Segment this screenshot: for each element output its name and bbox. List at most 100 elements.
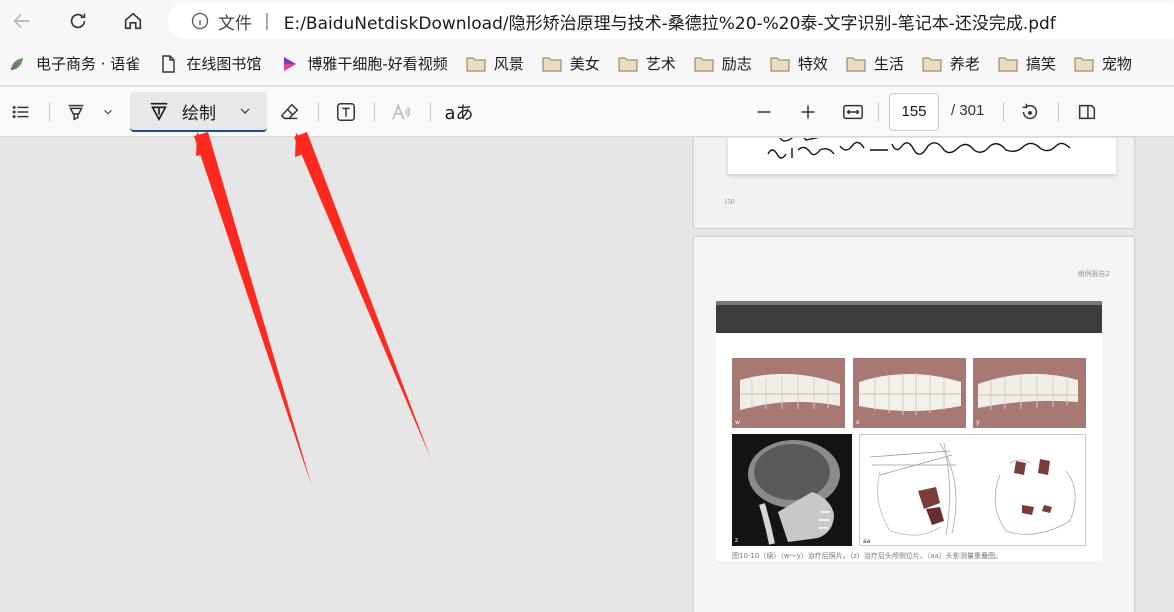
intraoral-photo-front: x [853, 358, 966, 428]
bookmark-folder-beauty[interactable]: 美女 [542, 49, 610, 79]
bookmark-folder-inspire[interactable]: 励志 [694, 49, 762, 79]
pdf-viewer[interactable]: ① 以后的要看,后方调整后的牙齿咬合能力较差 150 病例报告2 w x y z… [0, 138, 1174, 612]
fit-width-button[interactable] [838, 96, 868, 128]
toolbar-divider [318, 102, 319, 122]
bookmark-label: 电子商务 · 语雀 [36, 55, 141, 73]
refresh-button[interactable] [62, 5, 94, 37]
handwritten-note: ① 以后的要看,后方调整后的牙齿咬合能力较差 [728, 138, 1116, 174]
address-bar[interactable]: 文件 | E:/BaiduNetdiskDownload/隐形矫治原理与技术-桑… [168, 3, 1174, 39]
tracing-label: aa [863, 538, 871, 545]
folder-icon [770, 57, 790, 71]
eraser-icon [280, 103, 299, 120]
zoom-out-button[interactable] [750, 96, 778, 128]
fit-width-icon [843, 104, 863, 120]
rotate-button[interactable] [1015, 96, 1045, 128]
bookmark-label: 搞笑 [1025, 55, 1056, 73]
bookmark-yuque[interactable]: 电子商务 · 语雀 [8, 49, 150, 79]
intraoral-photo-left: y [973, 358, 1086, 428]
bookmark-folder-pets[interactable]: 宠物 [1074, 49, 1142, 79]
prev-page-number: 150 [724, 198, 735, 206]
teeth-illustration [732, 358, 845, 428]
bookmark-library[interactable]: 在线图书馆 [158, 49, 271, 79]
draw-button[interactable]: 绘制 [130, 92, 267, 132]
page-running-header: 病例报告2 [1077, 270, 1110, 278]
bookmark-folder-effects[interactable]: 特效 [770, 49, 838, 79]
contents-button[interactable] [6, 96, 36, 128]
folder-icon [618, 57, 638, 71]
address-separator: | [264, 11, 270, 31]
back-button[interactable] [6, 5, 38, 37]
bookmarks-bar: 电子商务 · 语雀 在线图书馆 博雅干细胞-好看视频 风景 美女 艺术 励志 特… [0, 42, 1174, 86]
text-box-icon [337, 103, 355, 121]
bookmark-label: 励志 [721, 55, 752, 73]
bookmark-label: 在线图书馆 [186, 55, 262, 73]
intraoral-photo-right: w [732, 358, 845, 428]
minus-icon [757, 111, 771, 113]
add-text-button[interactable] [331, 96, 361, 128]
highlighter-icon [68, 104, 84, 121]
toolbar-divider [1003, 102, 1004, 122]
folder-icon [1074, 57, 1094, 71]
read-aloud-icon [392, 103, 410, 120]
draw-label: 绘制 [182, 103, 216, 124]
bookmark-label: 风景 [493, 55, 524, 73]
folder-icon [694, 57, 714, 71]
home-button[interactable] [117, 5, 149, 37]
bookmark-folder-scenery[interactable]: 风景 [466, 49, 534, 79]
pdf-page-previous: ① 以后的要看,后方调整后的牙齿咬合能力较差 150 [694, 138, 1134, 228]
page-number-input[interactable]: 155 [889, 93, 939, 131]
page-total: / 301 [951, 102, 985, 119]
immersive-reader-label: aあ [444, 103, 474, 124]
rotate-icon [1022, 103, 1038, 120]
page-view-button[interactable] [1072, 96, 1102, 128]
bookmark-folder-elderly[interactable]: 养老 [922, 49, 990, 79]
figure-caption: 图10-10（续）（w～y）治疗后照片。（z）治疗后头颅侧位片。（aa）头影测量… [732, 552, 1002, 560]
highlight-button[interactable] [62, 96, 90, 128]
figure-sheet: w x y z aa 图10-10（续）（w～y）治疗后照片。（z）治疗后头颅侧… [716, 301, 1102, 561]
handwriting-strokes: ① 以后的要看,后方调整后的牙齿咬合能力较差 [730, 138, 1071, 173]
chevron-down-icon [104, 109, 112, 115]
highlight-options-button[interactable] [98, 96, 118, 128]
bookmark-folder-life[interactable]: 生活 [846, 49, 914, 79]
toolbar-divider [878, 102, 879, 122]
video-play-icon [284, 56, 297, 71]
toolbar-divider [430, 102, 431, 122]
bookmark-label: 生活 [873, 55, 904, 73]
teeth-illustration [853, 358, 966, 428]
erase-button[interactable] [275, 96, 305, 128]
photo-label: x [856, 419, 860, 426]
toolbar-divider [374, 102, 375, 122]
cephalometric-tracing: aa [859, 434, 1086, 546]
pdf-page-current: 病例报告2 w x y z aa 图10-10（续）（w～y）治疗后照片。（z）… [694, 237, 1134, 612]
bookmark-label: 博雅干细胞-好看视频 [307, 55, 448, 73]
document-icon [162, 54, 176, 73]
immersive-reader-button[interactable]: aあ [442, 96, 476, 128]
bookmark-folder-art[interactable]: 艺术 [618, 49, 686, 79]
home-icon [124, 12, 142, 30]
address-url[interactable]: E:/BaiduNetdiskDownload/隐形矫治原理与技术-桑德拉%20… [284, 9, 1056, 34]
yuque-leaf-icon [10, 57, 23, 70]
toolbar-divider [1058, 102, 1059, 122]
toolbar-divider [49, 102, 50, 122]
bookmark-label: 宠物 [1101, 55, 1132, 73]
info-icon[interactable] [190, 11, 210, 31]
folder-icon [466, 57, 486, 71]
bookmark-folder-funny[interactable]: 搞笑 [998, 49, 1066, 79]
page-view-icon [1078, 104, 1096, 120]
figure-header-band [716, 301, 1102, 333]
folder-icon [998, 57, 1018, 71]
cephalometric-xray: z [732, 434, 852, 546]
teeth-illustration [973, 358, 1086, 428]
zoom-in-button[interactable] [794, 96, 822, 128]
tracing-illustration: aa [863, 442, 1076, 545]
pen-draw-icon [150, 102, 168, 121]
bookmark-video[interactable]: 博雅干细胞-好看视频 [279, 49, 457, 79]
arrow-left-icon [13, 13, 30, 29]
read-aloud-button[interactable] [386, 96, 416, 128]
list-icon [12, 105, 29, 119]
folder-icon [846, 57, 866, 71]
skull-xray-illustration [732, 434, 852, 546]
chevron-down-icon[interactable] [237, 103, 253, 119]
address-scheme-label: 文件 [218, 13, 252, 34]
photo-label: w [735, 419, 740, 426]
